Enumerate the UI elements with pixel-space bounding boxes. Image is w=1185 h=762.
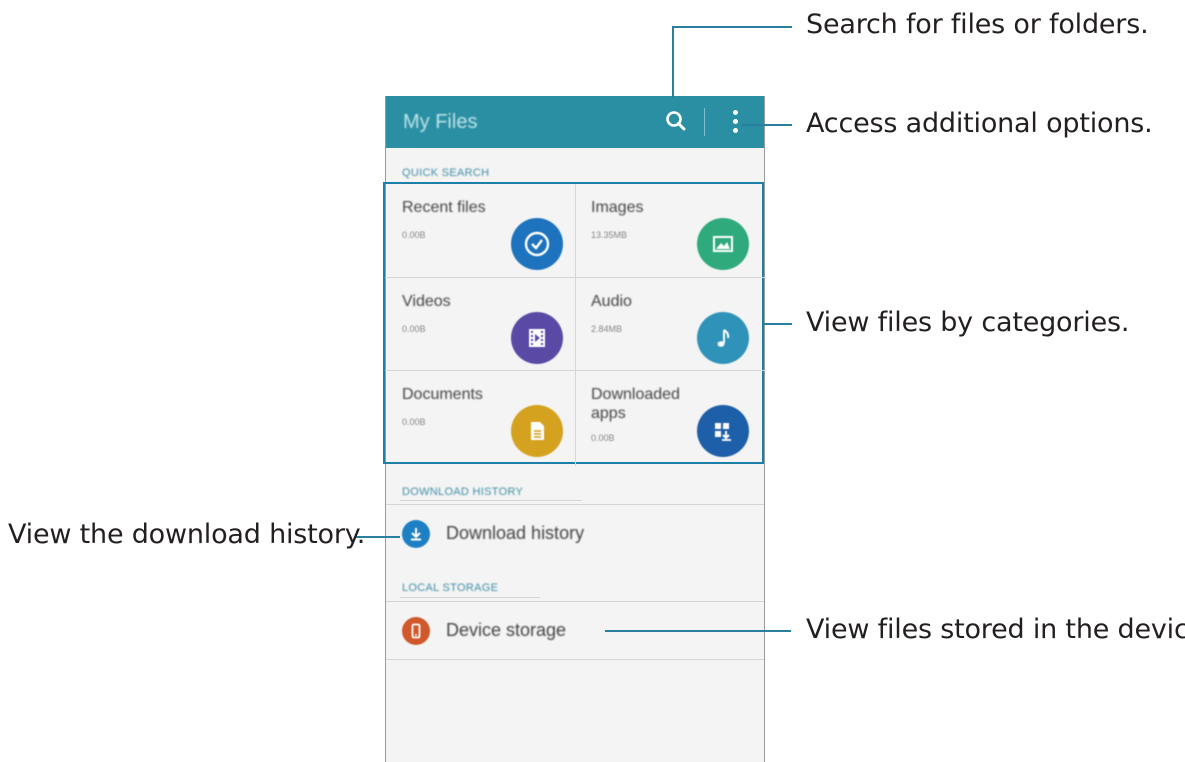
film-icon (511, 312, 563, 364)
divider (386, 504, 764, 505)
category-videos[interactable]: Videos 0.00B (387, 278, 573, 370)
search-icon (666, 111, 686, 131)
category-size: 13.35MB (591, 230, 628, 240)
divider (400, 500, 582, 501)
app-title: My Files (403, 111, 478, 133)
category-name: Downloaded apps (591, 386, 680, 422)
categories-callout-line (764, 323, 792, 325)
callout-categories: View files by categories. (806, 307, 1130, 338)
category-name: Audio (591, 293, 632, 310)
callout-search: Search for files or folders. (806, 9, 1149, 40)
document-icon (511, 405, 563, 457)
device-callout-line (605, 630, 791, 632)
image-icon (697, 218, 749, 270)
phone-icon (402, 617, 430, 645)
category-size: 0.00B (402, 230, 426, 240)
download-history-label: Download history (446, 523, 585, 543)
clock-icon (511, 218, 563, 270)
callout-options: Access additional options. (806, 108, 1153, 139)
category-size: 0.00B (402, 324, 426, 334)
local-storage-header: LOCAL STORAGE (402, 582, 499, 594)
app-bar-divider (704, 108, 705, 136)
category-grid: Recent files 0.00B Images 13.35MB Videos… (383, 182, 766, 466)
download-history-item[interactable]: Download history (386, 506, 764, 562)
divider (386, 659, 764, 660)
apps-download-icon (697, 405, 749, 457)
search-button[interactable] (660, 106, 692, 138)
download-icon (402, 520, 430, 548)
divider (386, 601, 764, 602)
more-options-button[interactable] (724, 106, 746, 138)
device-storage-label: Device storage (446, 620, 567, 640)
callout-download-history: View the download history. (8, 519, 366, 550)
category-size: 0.00B (402, 417, 426, 427)
options-callout-line (742, 124, 792, 126)
search-callout-line (672, 26, 792, 28)
divider (400, 597, 540, 598)
category-name: Recent files (402, 199, 486, 216)
download-history-header: DOWNLOAD HISTORY (402, 486, 524, 498)
category-images[interactable]: Images 13.35MB (576, 184, 762, 276)
quick-search-header: QUICK SEARCH (402, 167, 490, 179)
category-name: Documents (402, 386, 483, 403)
category-name: Videos (402, 293, 451, 310)
category-audio[interactable]: Audio 2.84MB (576, 278, 762, 370)
callout-device-storage: View files stored in the device. (806, 614, 1185, 645)
music-note-icon (697, 312, 749, 364)
app-bar: My Files (386, 96, 764, 148)
search-callout-line (672, 26, 674, 98)
category-recent-files[interactable]: Recent files 0.00B (387, 184, 573, 276)
category-documents[interactable]: Documents 0.00B (387, 371, 573, 463)
category-name: Images (591, 199, 644, 216)
category-downloaded-apps[interactable]: Downloaded apps 0.00B (576, 371, 762, 463)
category-size: 2.84MB (591, 324, 623, 334)
category-size: 0.00B (591, 433, 615, 443)
